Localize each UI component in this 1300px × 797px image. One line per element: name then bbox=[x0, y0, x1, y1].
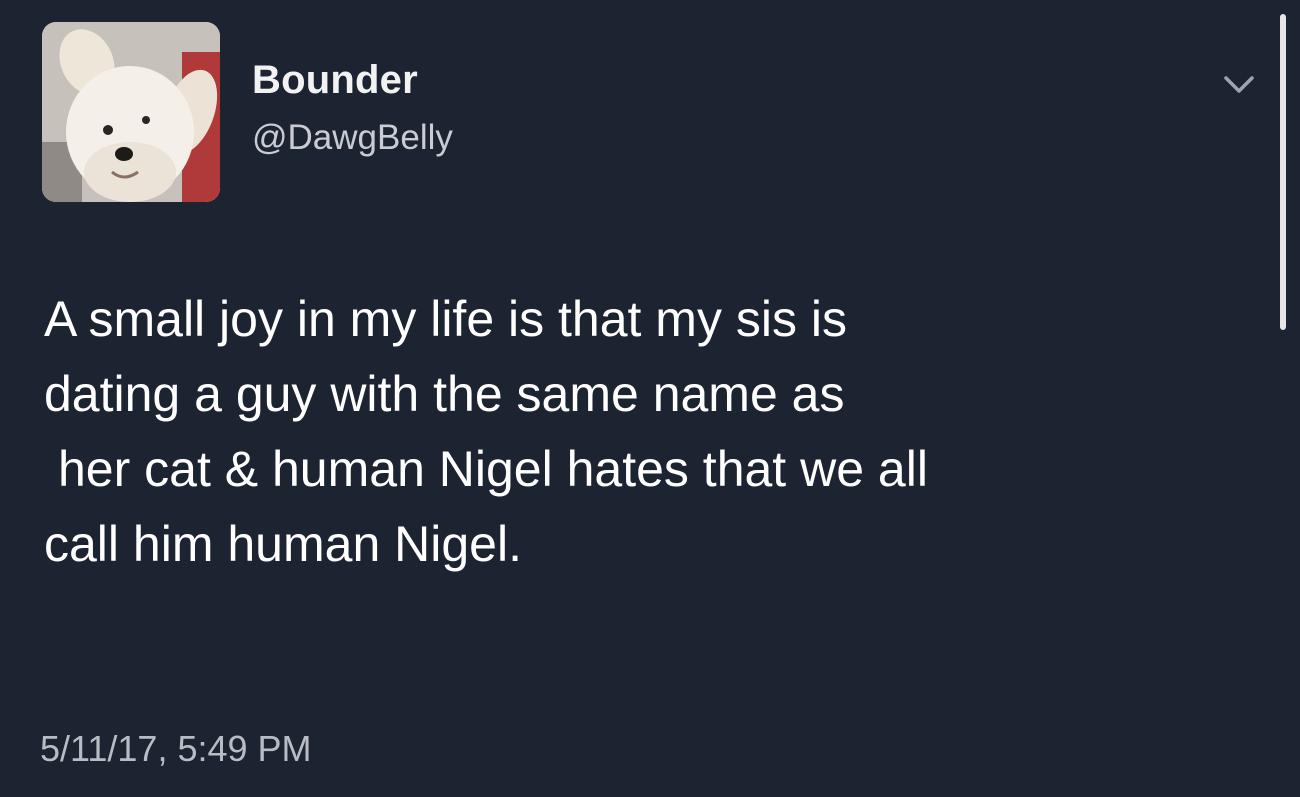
display-name[interactable]: Bounder bbox=[252, 58, 418, 103]
tweet-text: A small joy in my life is that my sis is… bbox=[44, 282, 1274, 582]
tweet-timestamp[interactable]: 5/11/17, 5:49 PM bbox=[40, 728, 312, 770]
user-handle[interactable]: @DawgBelly bbox=[252, 118, 453, 158]
dog-avatar-icon bbox=[42, 22, 220, 202]
tweet-card: Bounder @DawgBelly A small joy in my lif… bbox=[0, 0, 1300, 797]
tweet-text-line: A small joy in my life is that my sis is bbox=[44, 291, 847, 347]
chevron-down-icon[interactable] bbox=[1222, 70, 1256, 98]
tweet-text-line: dating a guy with the same name as bbox=[44, 366, 845, 422]
tweet-text-line: call him human Nigel. bbox=[44, 516, 522, 572]
avatar[interactable] bbox=[42, 22, 220, 202]
scrollbar[interactable] bbox=[1280, 14, 1286, 330]
tweet-text-line: her cat & human Nigel hates that we all bbox=[58, 441, 928, 497]
